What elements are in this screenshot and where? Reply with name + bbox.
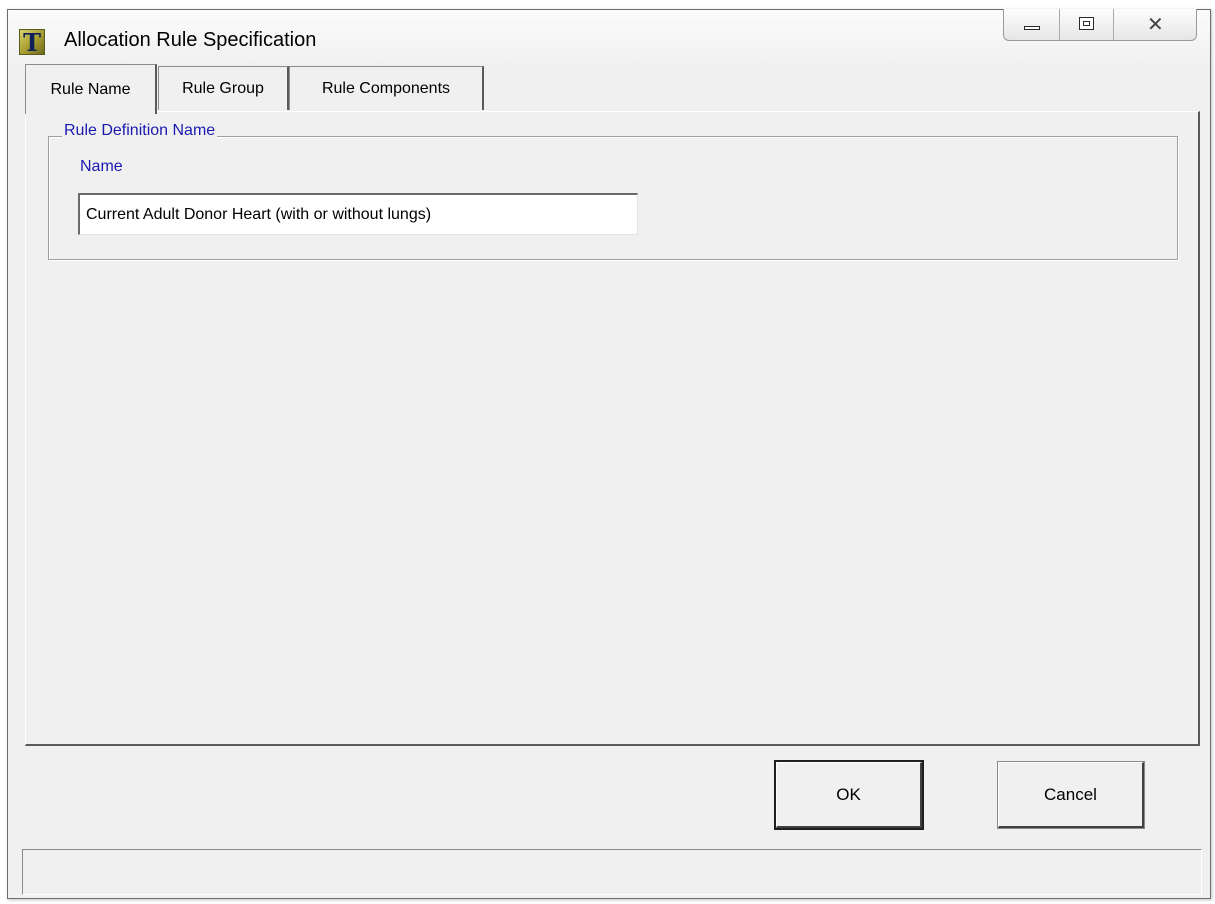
tab-label: Rule Components — [321, 79, 451, 97]
tab-rule-group[interactable]: Rule Group — [158, 66, 289, 110]
cancel-button[interactable]: Cancel — [998, 762, 1144, 828]
close-icon: ✕ — [1147, 12, 1164, 36]
app-icon-letter: T — [23, 28, 41, 57]
status-bar — [22, 849, 1202, 895]
window-controls: ✕ — [1003, 9, 1197, 41]
rule-name-input[interactable] — [78, 193, 638, 235]
name-label: Name — [80, 158, 123, 175]
close-button[interactable]: ✕ — [1114, 9, 1196, 40]
tab-page-rule-name: Rule Definition Name Name — [25, 111, 1200, 746]
tab-label: Rule Name — [50, 80, 131, 98]
window-title: Allocation Rule Specification — [64, 29, 317, 51]
tab-rule-components[interactable]: Rule Components — [289, 66, 484, 110]
ok-button[interactable]: OK — [776, 762, 922, 828]
tab-label: Rule Group — [182, 79, 264, 97]
title-bar[interactable]: T Allocation Rule Specification ✕ — [8, 9, 1210, 66]
minimize-icon — [1024, 26, 1040, 30]
restore-icon — [1079, 17, 1094, 30]
minimize-button[interactable] — [1004, 9, 1060, 40]
groupbox-title: Rule Definition Name — [62, 122, 218, 140]
maximize-button[interactable] — [1060, 9, 1114, 40]
tab-rule-name[interactable]: Rule Name — [25, 64, 157, 114]
app-icon: T — [19, 28, 45, 57]
